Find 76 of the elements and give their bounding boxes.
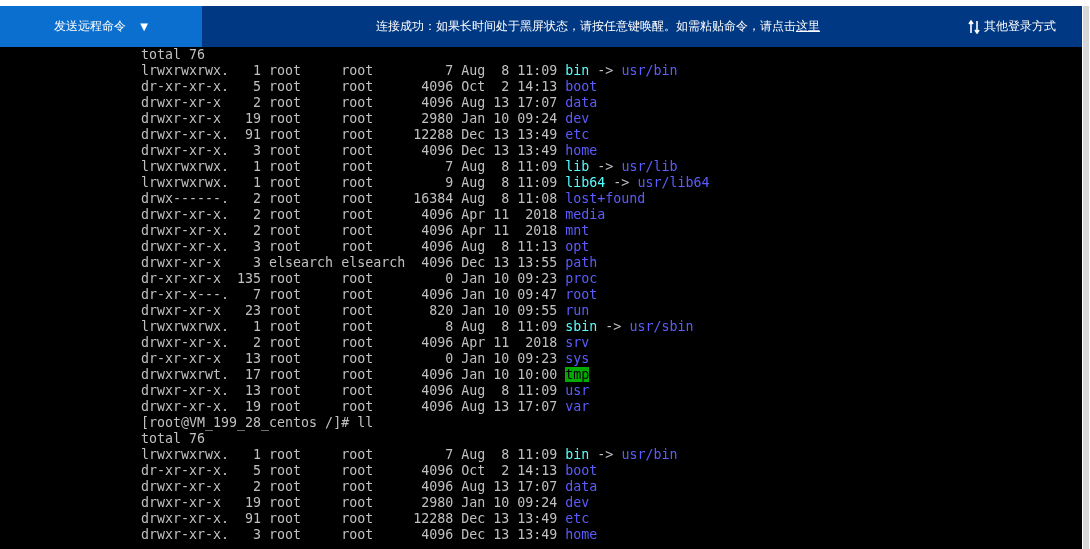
file-name: sys: [565, 351, 590, 366]
link-target: usr/lib: [621, 159, 678, 174]
file-name: run: [565, 303, 590, 318]
file-info: drwxr-xr-x. 91 root root 12288 Dec 13 13:49: [141, 511, 558, 526]
file-name: sbin: [565, 319, 598, 334]
file-info: drwxr-xr-x. 2 root root 4096 Apr 11 2018: [141, 335, 558, 350]
send-command-button[interactable]: 发送远程命令 ▼: [0, 6, 202, 47]
file-name: etc: [565, 511, 590, 526]
file-info: drwxr-xr-x. 19 root root 4096 Aug 13 17:07: [141, 399, 558, 414]
file-info: drwxr-xr-x 19 root root 2980 Jan 10 09:24: [141, 495, 558, 510]
file-info: dr-xr-xr-x. 5 root root 4096 Oct 2 14:13: [141, 463, 558, 478]
file-name: data: [565, 95, 598, 110]
file-name: dev: [565, 111, 590, 126]
link-arrow: ->: [597, 63, 614, 78]
file-name: dev: [565, 495, 590, 510]
file-name: home: [565, 143, 598, 158]
file-name: bin: [565, 63, 590, 78]
file-info: drwxr-xr-x. 13 root root 4096 Aug 8 11:09: [141, 383, 558, 398]
file-name: opt: [565, 239, 590, 254]
file-info: drwxr-xr-x. 3 root root 4096 Dec 13 13:49: [141, 527, 558, 542]
file-info: lrwxrwxrwx. 1 root root 8 Aug 8 11:09: [141, 319, 558, 334]
file-info: drwxrwxrwt. 17 root root 4096 Jan 10 10:00: [141, 367, 558, 382]
file-info: drwxr-xr-x. 2 root root 4096 Apr 11 2018: [141, 207, 558, 222]
file-info: dr-xr-xr-x 135 root root 0 Jan 10 09:23: [141, 271, 558, 286]
link-target: usr/sbin: [629, 319, 694, 334]
file-info: drwxr-xr-x 2 root root 4096 Aug 13 17:07: [141, 479, 558, 494]
file-name: lost+found: [565, 191, 646, 206]
file-info: dr-xr-xr-x 13 root root 0 Jan 10 09:23: [141, 351, 558, 366]
link-arrow: ->: [613, 175, 630, 190]
file-name: mnt: [565, 223, 590, 238]
file-name: path: [565, 255, 598, 270]
file-info: drwxr-xr-x. 3 root root 4096 Aug 8 11:13: [141, 239, 558, 254]
file-info: drwx------. 2 root root 16384 Aug 8 11:08: [141, 191, 558, 206]
link-target: usr/bin: [621, 63, 678, 78]
file-info: drwxr-xr-x. 91 root root 12288 Dec 13 13:49: [141, 127, 558, 142]
file-info: drwxr-xr-x 23 root root 820 Jan 10 09:55: [141, 303, 558, 318]
file-info: lrwxrwxrwx. 1 root root 7 Aug 8 11:09: [141, 447, 558, 462]
file-name: root: [565, 287, 598, 302]
file-info: drwxr-xr-x. 3 root root 4096 Dec 13 13:49: [141, 143, 558, 158]
file-info: lrwxrwxrwx. 1 root root 7 Aug 8 11:09: [141, 159, 558, 174]
terminal-text: total 76: [141, 47, 206, 62]
link-arrow: ->: [605, 319, 622, 334]
file-name: home: [565, 527, 598, 542]
link-arrow: ->: [597, 447, 614, 462]
file-info: drwxr-xr-x 19 root root 2980 Jan 10 09:24: [141, 111, 558, 126]
other-login-button[interactable]: 其他登录方式: [968, 6, 1082, 47]
file-info: drwxr-xr-x 2 root root 4096 Aug 13 17:07: [141, 95, 558, 110]
file-name: boot: [565, 79, 598, 94]
file-name: proc: [565, 271, 598, 286]
switch-icon: [968, 19, 980, 34]
file-info: dr-xr-x---. 7 root root 4096 Jan 10 09:47: [141, 287, 558, 302]
file-name: var: [565, 399, 590, 414]
scrollbar[interactable]: [1083, 6, 1089, 549]
file-name: media: [565, 207, 606, 222]
file-info: drwxr-xr-x 3 elsearch elsearch 4096 Dec 13 13:55: [141, 255, 558, 270]
link-arrow: ->: [597, 159, 614, 174]
link-target: usr/bin: [621, 447, 678, 462]
caret-icon: ▼: [140, 21, 148, 32]
file-info: drwxr-xr-x. 2 root root 4096 Apr 11 2018: [141, 223, 558, 238]
file-name: lib: [565, 159, 590, 174]
file-info: lrwxrwxrwx. 1 root root 9 Aug 8 11:09: [141, 175, 558, 190]
terminal-text: total 76: [141, 431, 206, 446]
file-name: bin: [565, 447, 590, 462]
file-info: lrwxrwxrwx. 1 root root 7 Aug 8 11:09: [141, 63, 558, 78]
file-name: boot: [565, 463, 598, 478]
file-name: srv: [565, 335, 590, 350]
terminal-text: [root@VM_199_28_centos /]# ll: [141, 415, 374, 430]
link-target: usr/lib64: [637, 175, 710, 190]
connection-notice: 连接成功：如果长时间处于黑屏状态，请按任意键唤醒。如需粘贴命令，请点击这里: [376, 18, 820, 35]
file-name: usr: [565, 383, 590, 398]
file-info: dr-xr-xr-x. 5 root root 4096 Oct 2 14:13: [141, 79, 558, 94]
file-name: etc: [565, 127, 590, 142]
paste-link[interactable]: 这里: [796, 19, 820, 33]
file-name: lib64: [565, 175, 606, 190]
file-name: tmp: [565, 367, 590, 382]
file-name: data: [565, 479, 598, 494]
